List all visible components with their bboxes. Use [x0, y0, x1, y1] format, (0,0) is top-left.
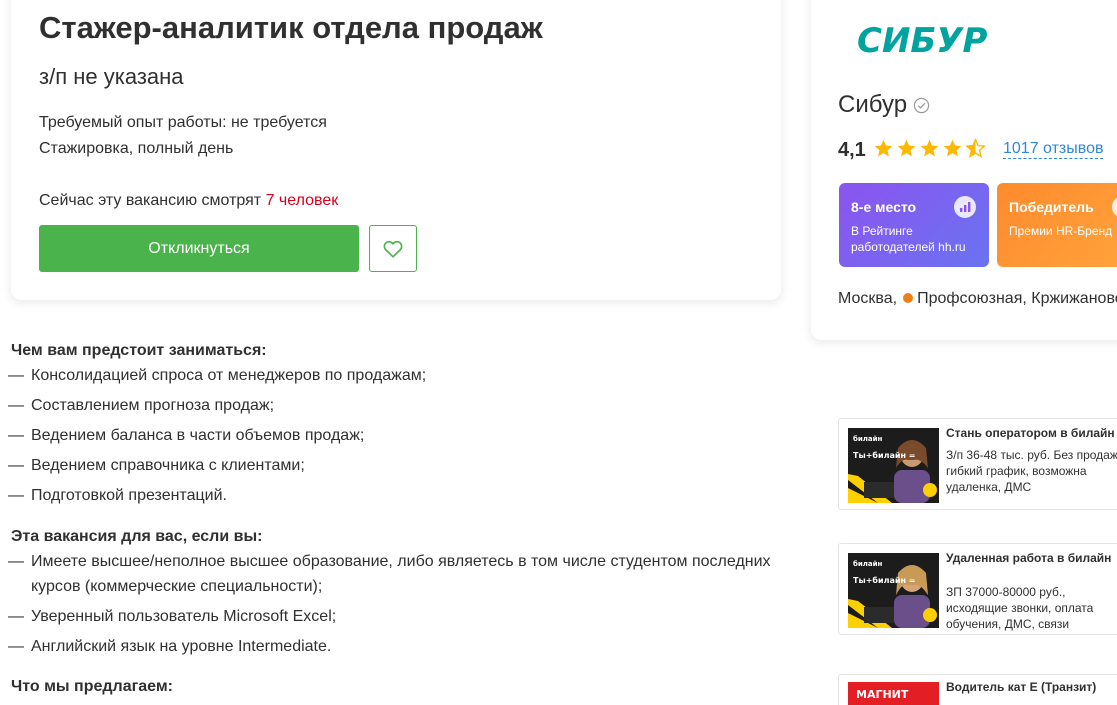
ad-title: Стань оператором в билайн [946, 426, 1115, 440]
section-heading-offer: Что мы предлагаем: [11, 678, 173, 695]
rating-stars [873, 138, 986, 159]
ad-image: билайн Ты+билайн = [848, 428, 939, 503]
ad-card[interactable]: билайн Ты+билайн = Стань оператором в би… [838, 418, 1117, 510]
chart-icon [954, 196, 976, 218]
list-dash: — [8, 457, 24, 474]
list-item: — Английский язык на уровне Intermediate. [8, 634, 798, 659]
list-dash: — [8, 487, 24, 504]
company-location: Москва, Профсоюзная, Кржижановс [838, 290, 1117, 308]
favorite-button[interactable] [369, 225, 417, 272]
svg-text:МАГНИТ: МАГНИТ [856, 688, 909, 701]
section-heading-requirements: Эта вакансия для вас, если вы: [11, 528, 263, 545]
rating-rank-badge[interactable]: 8-е место В Рейтинге работодателей hh.ru [839, 183, 989, 267]
vacancy-title: Стажер-аналитик отдела продаж [39, 10, 543, 45]
svg-text:билайн: билайн [853, 560, 883, 568]
badge-rank-title: 8-е место [851, 199, 917, 215]
star-icon [874, 139, 893, 157]
city: Москва, [838, 290, 898, 307]
vacancy-experience: Требуемый опыт работы: не требуется [39, 114, 327, 131]
ad-card[interactable]: билайн Ты+билайн = Удаленная работа в би… [838, 543, 1117, 635]
list-item: — Подготовкой презентаций. [8, 483, 798, 508]
list-item: — Ведением баланса в части объемов продаж… [8, 423, 798, 448]
metro-station: Профсоюзная, Кржижановс [917, 290, 1117, 307]
ad-card[interactable]: МАГНИТ Водитель кат Е (Транзит) [838, 674, 1117, 705]
badge-winner-text: Премии HR-Бренд [1009, 224, 1113, 238]
heart-icon [383, 240, 403, 258]
ad-image: МАГНИТ [848, 682, 939, 705]
company-name[interactable]: Сибур [838, 91, 907, 119]
company-logo[interactable]: СИБУР [855, 22, 1017, 58]
badge-rank-text: В Рейтинге работодателей hh.ru [851, 224, 966, 254]
list-item: — Уверенный пользователь Microsoft Excel; [8, 604, 798, 629]
ad-text: ЗП 37000-80000 руб., исходящие звонки, о… [946, 585, 1094, 631]
respond-button[interactable]: Откликнуться [39, 225, 359, 272]
reviews-link[interactable]: 1017 отзывов [1003, 140, 1104, 159]
list-item: — Консолидацией спроса от менеджеров по п… [8, 363, 798, 388]
list-item: — Составлением прогноза продаж; [8, 393, 798, 418]
list-dash: — [8, 427, 24, 444]
list-dash: — [8, 397, 24, 414]
ad-text: З/п 36-48 тыс. руб. Без продаж, гибкий г… [946, 448, 1117, 494]
list-item: — Имеете высшее/неполное высшее образован… [8, 549, 783, 599]
watching-count: 7 человек [265, 192, 339, 209]
vacancy-card: Стажер-аналитик отдела продаж з/п не ука… [11, 0, 781, 300]
list-item: — Ведением справочника с клиентами; [8, 453, 798, 478]
logo-text: СИБУР [857, 22, 988, 58]
ad-title: Водитель кат Е (Транзит) [946, 680, 1097, 694]
list-dash: — [8, 367, 24, 384]
vacancy-employment: Стажировка, полный день [39, 140, 234, 157]
watching-prefix: Сейчас эту вакансию смотрят [39, 192, 262, 209]
company-card: СИБУР Сибур 4,1 1017 отзывов 8-е место В… [811, 0, 1117, 340]
list-dash: — [8, 608, 24, 625]
list-dash: — [8, 638, 24, 655]
watching-counter: Сейчас эту вакансию смотрят 7 человек [39, 192, 338, 210]
badge-winner-title: Победитель [1009, 199, 1094, 215]
star-icon [897, 139, 916, 157]
verified-check-icon [913, 97, 930, 114]
star-icon [943, 139, 962, 157]
star-half-icon [965, 138, 986, 158]
star-icon [920, 139, 939, 157]
svg-text:Ты+билайн =: Ты+билайн = [853, 450, 915, 460]
svg-text:билайн: билайн [853, 435, 883, 443]
hr-brand-badge[interactable]: Победитель Премии HR-Бренд [997, 183, 1117, 267]
rating-value: 4,1 [838, 139, 866, 161]
list-dash: — [8, 553, 24, 570]
ad-image: билайн Ты+билайн = [848, 553, 939, 628]
award-icon [1112, 196, 1117, 218]
section-heading-tasks: Чем вам предстоит заниматься: [11, 342, 267, 359]
ad-title: Удаленная работа в билайн [946, 551, 1112, 565]
metro-line-dot [903, 293, 914, 303]
svg-text:Ты+билайн =: Ты+билайн = [853, 575, 915, 585]
vacancy-salary: з/п не указана [39, 64, 184, 89]
